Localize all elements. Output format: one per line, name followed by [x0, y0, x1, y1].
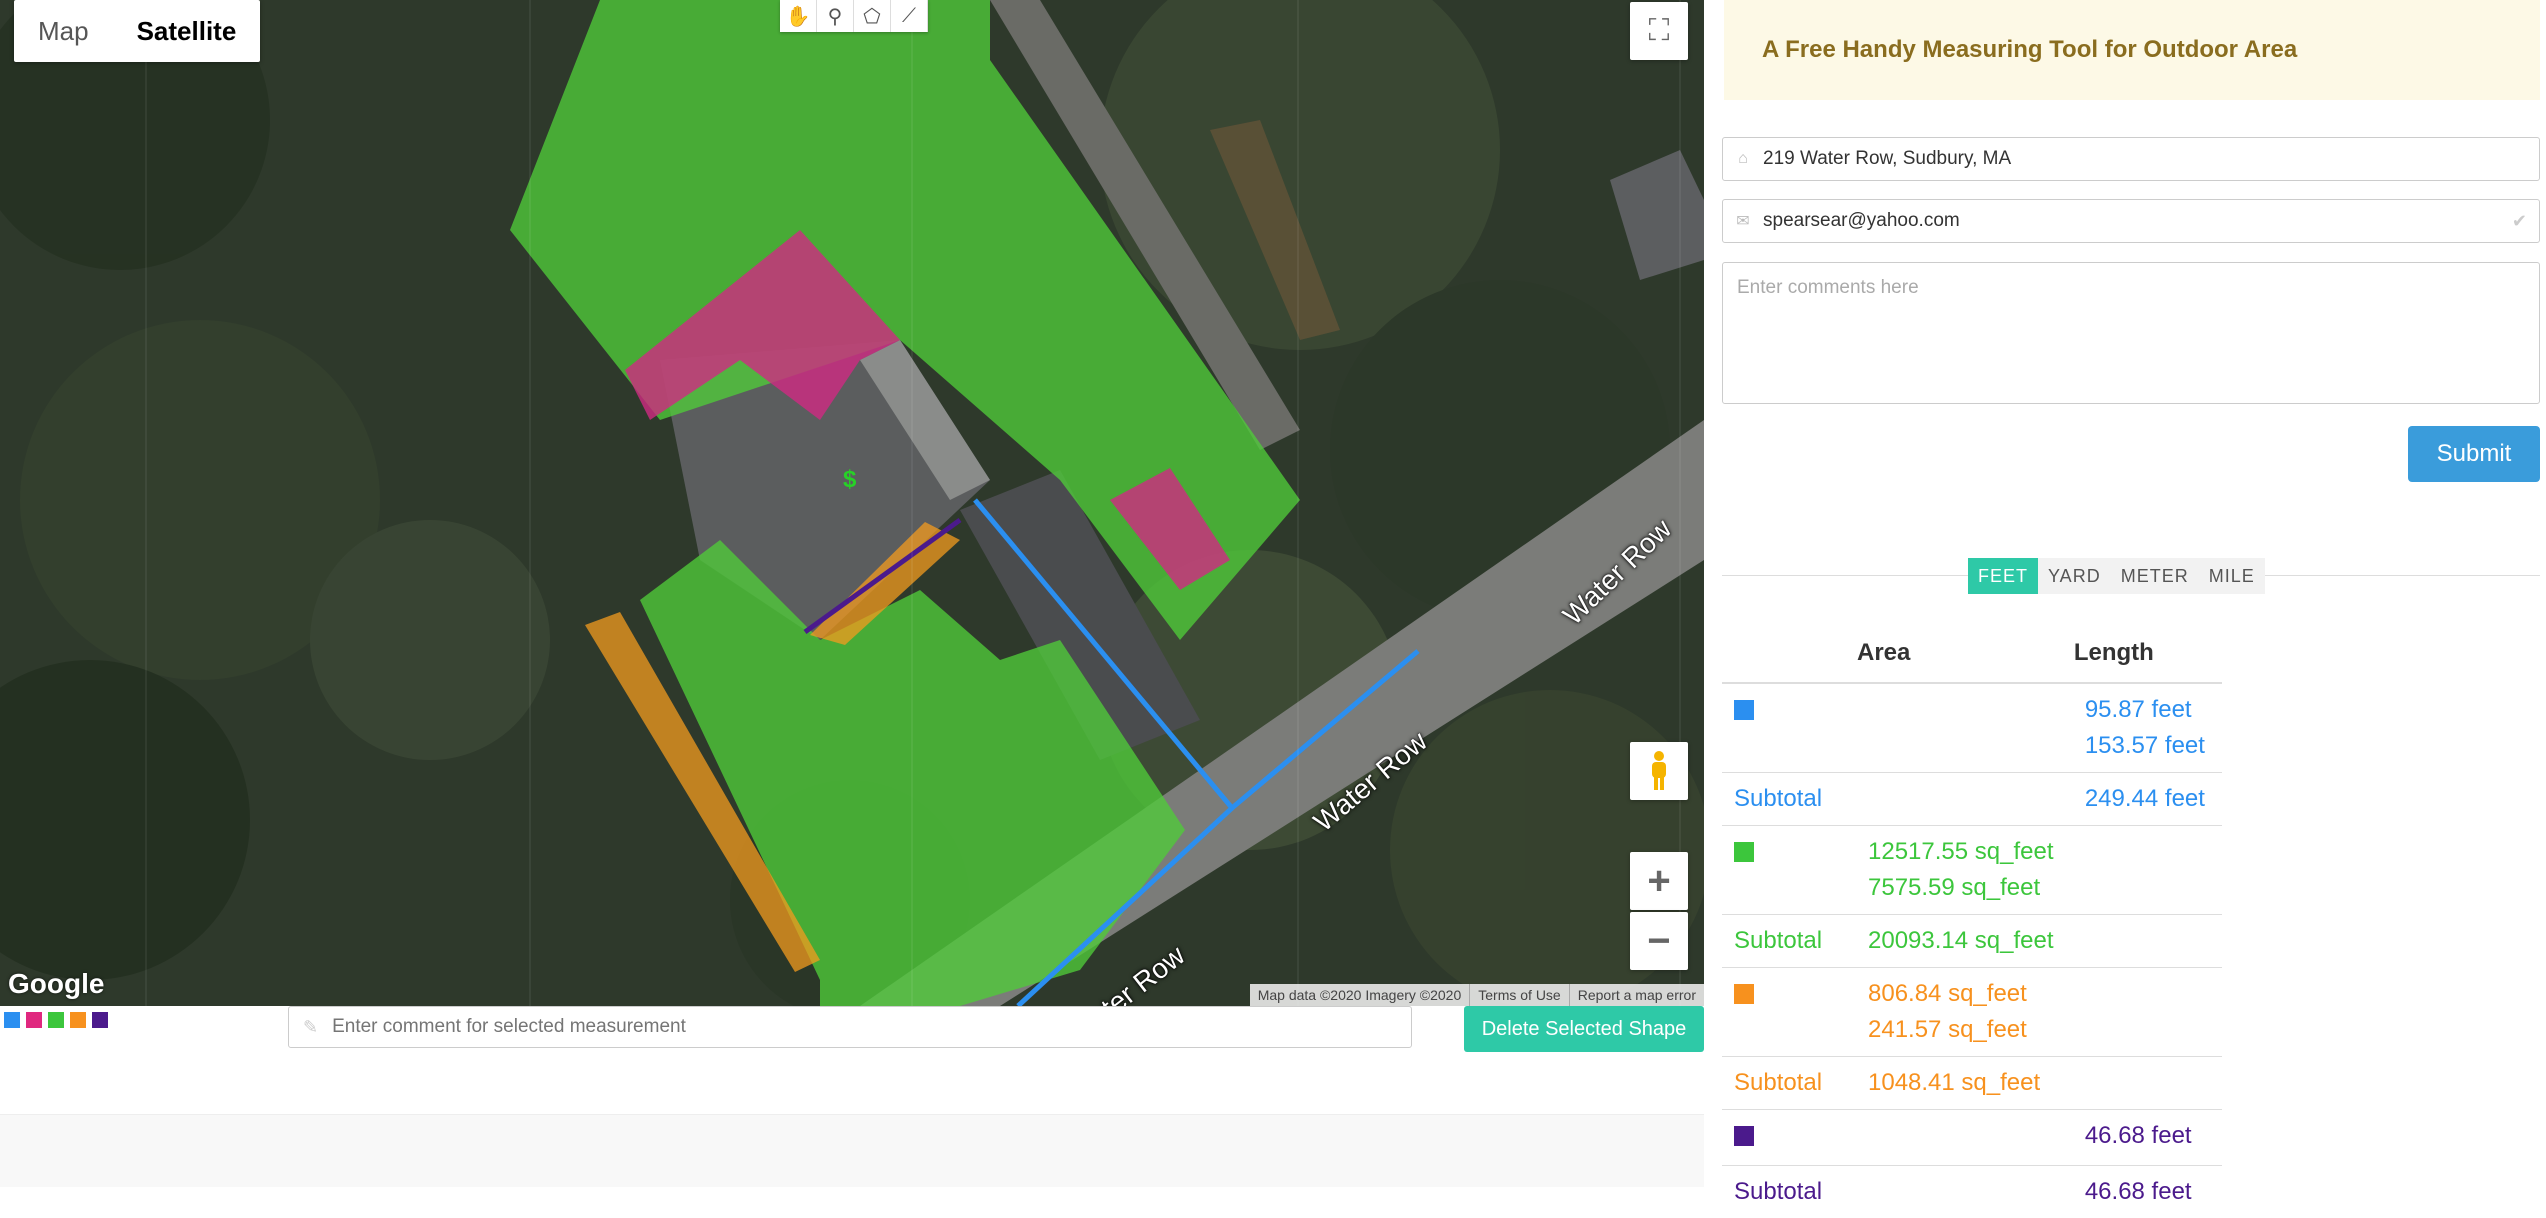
- unit-selector: FEET YARD METER MILE: [1968, 558, 2265, 594]
- map-marker[interactable]: $: [843, 466, 856, 494]
- measurement-results-table: Area Length 95.87 feet153.57 feetSubtota…: [1722, 624, 2222, 1218]
- polygon-icon[interactable]: ⬠: [854, 0, 891, 32]
- area-value: 12517.55 sq_feet: [1868, 834, 2061, 870]
- swatch-header: [1722, 624, 1856, 683]
- subtotal-length: [2073, 915, 2222, 968]
- area-cell: 806.84 sq_feet241.57 sq_feet: [1856, 968, 2073, 1057]
- subtotal-label: Subtotal: [1722, 915, 1856, 968]
- tool-banner: A Free Handy Measuring Tool for Outdoor …: [1724, 0, 2540, 100]
- area-cell: [1856, 683, 2073, 773]
- length-cell: [2073, 968, 2222, 1057]
- row-swatch-cell: [1722, 1110, 1856, 1166]
- marker-icon[interactable]: ⚲: [817, 0, 854, 32]
- map-type-satellite-button[interactable]: Satellite: [113, 0, 261, 62]
- area-cell: [1856, 1110, 2073, 1166]
- subtotal-label: Subtotal: [1722, 1057, 1856, 1110]
- unit-yard-button[interactable]: YARD: [2038, 558, 2111, 594]
- length-cell: 95.87 feet153.57 feet: [2073, 683, 2222, 773]
- terms-of-use-link[interactable]: Terms of Use: [1469, 984, 1568, 1006]
- unit-mile-button[interactable]: MILE: [2199, 558, 2265, 594]
- comments-textarea[interactable]: Enter comments here: [1722, 262, 2540, 404]
- legend-swatch-magenta[interactable]: [26, 1012, 42, 1028]
- zoom-in-button[interactable]: +: [1630, 852, 1688, 910]
- color-swatch: [1734, 700, 1754, 720]
- area-value: 241.57 sq_feet: [1868, 1012, 2061, 1048]
- area-value: 806.84 sq_feet: [1868, 976, 2061, 1012]
- drawing-toolbar: ✋ ⚲ ⬠ ⟋: [780, 0, 928, 32]
- length-cell: [2073, 826, 2222, 915]
- map-canvas[interactable]: $ Water Row Water Row ater Row Map Satel…: [0, 0, 1704, 1006]
- color-swatch: [1734, 984, 1754, 1004]
- zoom-out-button[interactable]: −: [1630, 912, 1688, 970]
- table-row[interactable]: 95.87 feet153.57 feet: [1722, 683, 2222, 773]
- address-field[interactable]: ⌂ 219 Water Row, Sudbury, MA: [1722, 137, 2540, 181]
- satellite-imagery: [0, 0, 1704, 1006]
- measurement-comment-input[interactable]: [330, 1015, 1334, 1039]
- subtotal-length: [2073, 1057, 2222, 1110]
- length-value: 153.57 feet: [2085, 728, 2210, 764]
- banner-title: A Free Handy Measuring Tool for Outdoor …: [1762, 36, 2297, 64]
- row-swatch-cell: [1722, 683, 1856, 773]
- subtotal-label: Subtotal: [1722, 1166, 1856, 1218]
- hand-icon[interactable]: ✋: [780, 0, 817, 32]
- area-cell: 12517.55 sq_feet7575.59 sq_feet: [1856, 826, 2073, 915]
- color-swatch: [1734, 1126, 1754, 1146]
- pegman-icon[interactable]: [1630, 742, 1688, 800]
- legend-swatch-blue[interactable]: [4, 1012, 20, 1028]
- fullscreen-button[interactable]: ⛶: [1630, 2, 1688, 60]
- results-body: 95.87 feet153.57 feet Subtotal 249.44 feet…: [1722, 683, 2222, 1218]
- submit-button[interactable]: Submit: [2408, 426, 2540, 482]
- subtotal-row: Subtotal 46.68 feet: [1722, 1166, 2222, 1218]
- table-row[interactable]: 46.68 feet: [1722, 1110, 2222, 1166]
- check-icon: ✔: [2512, 211, 2527, 232]
- area-value: 7575.59 sq_feet: [1868, 870, 2061, 906]
- envelope-icon: ✉: [1723, 211, 1763, 231]
- home-icon: ⌂: [1723, 150, 1763, 168]
- length-cell: 46.68 feet: [2073, 1110, 2222, 1166]
- subtotal-area: [1856, 773, 2073, 826]
- unit-meter-button[interactable]: METER: [2111, 558, 2199, 594]
- table-header-row: Area Length: [1722, 624, 2222, 683]
- report-map-error-link[interactable]: Report a map error: [1569, 984, 1704, 1006]
- legend-swatch-orange[interactable]: [70, 1012, 86, 1028]
- unit-feet-button[interactable]: FEET: [1968, 558, 2038, 594]
- subtotal-row: Subtotal1048.41 sq_feet: [1722, 1057, 2222, 1110]
- subtotal-length: 249.44 feet: [2073, 773, 2222, 826]
- legend-swatch-purple[interactable]: [92, 1012, 108, 1028]
- map-attribution: Map data ©2020 Imagery ©2020 Terms of Us…: [1250, 984, 1704, 1006]
- subtotal-area: [1856, 1166, 2073, 1218]
- map-type-map-button[interactable]: Map: [14, 0, 113, 62]
- subtotal-area: 20093.14 sq_feet: [1856, 915, 2073, 968]
- legend-swatch-green[interactable]: [48, 1012, 64, 1028]
- table-row[interactable]: 806.84 sq_feet241.57 sq_feet: [1722, 968, 2222, 1057]
- area-header: Area: [1856, 624, 2073, 683]
- length-value: 46.68 feet: [2085, 1118, 2210, 1154]
- subtotal-row: Subtotal20093.14 sq_feet: [1722, 915, 2222, 968]
- map-data-credit: Map data ©2020 Imagery ©2020: [1250, 984, 1470, 1006]
- polyline-icon[interactable]: ⟋: [891, 0, 928, 32]
- color-legend: [4, 1012, 108, 1028]
- google-logo: Google: [8, 968, 104, 1000]
- address-value: 219 Water Row, Sudbury, MA: [1763, 148, 2011, 170]
- color-swatch: [1734, 842, 1754, 862]
- subtotal-row: Subtotal 249.44 feet: [1722, 773, 2222, 826]
- table-row[interactable]: 12517.55 sq_feet7575.59 sq_feet: [1722, 826, 2222, 915]
- subtotal-length: 46.68 feet: [2073, 1166, 2222, 1218]
- delete-selected-shape-button[interactable]: Delete Selected Shape: [1464, 1006, 1704, 1052]
- subtotal-label: Subtotal: [1722, 773, 1856, 826]
- measurement-comment-field[interactable]: ✎: [288, 1006, 1412, 1048]
- side-panel: A Free Handy Measuring Tool for Outdoor …: [1704, 0, 2546, 1186]
- map-type-control: Map Satellite: [14, 0, 260, 62]
- pencil-icon: ✎: [303, 1017, 318, 1038]
- footer-strip: [0, 1114, 1704, 1187]
- email-field[interactable]: ✉ spearsear@yahoo.com ✔: [1722, 199, 2540, 243]
- row-swatch-cell: [1722, 826, 1856, 915]
- length-header: Length: [2073, 624, 2222, 683]
- email-value: spearsear@yahoo.com: [1763, 210, 1960, 232]
- subtotal-area: 1048.41 sq_feet: [1856, 1057, 2073, 1110]
- row-swatch-cell: [1722, 968, 1856, 1057]
- length-value: 95.87 feet: [2085, 692, 2210, 728]
